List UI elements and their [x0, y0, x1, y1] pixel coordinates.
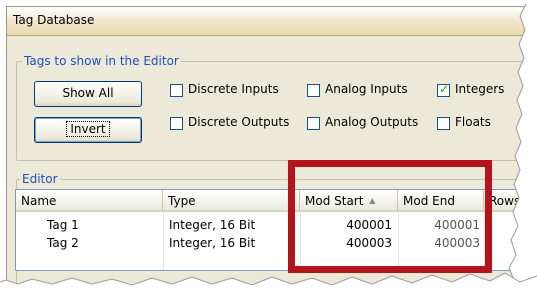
floats-checkbox[interactable] — [437, 117, 450, 130]
discrete-outputs-label: Discrete Outputs — [188, 115, 290, 129]
analog-inputs-checkbox[interactable] — [307, 84, 320, 97]
column-header-name[interactable]: Name — [16, 190, 163, 212]
integers-checkbox[interactable] — [437, 82, 450, 97]
discrete-inputs-label: Discrete Inputs — [188, 82, 279, 96]
column-header-type[interactable]: Type — [163, 190, 300, 212]
analog-inputs-label: Analog Inputs — [325, 82, 408, 96]
floats-label: Floats — [455, 115, 491, 129]
invert-button[interactable]: Invert — [34, 117, 142, 143]
analog-outputs-label: Analog Outputs — [325, 115, 419, 129]
discrete-outputs-checkbox[interactable] — [170, 117, 183, 130]
editor-legend: Editor — [20, 172, 60, 186]
tags-filter-legend: Tags to show in the Editor — [22, 54, 181, 68]
discrete-inputs-checkbox[interactable] — [170, 84, 183, 97]
cell-name: Tag 1 — [47, 218, 79, 232]
highlight-box — [288, 160, 492, 273]
torn-edge-right — [508, 0, 537, 294]
cell-name: Tag 2 — [47, 236, 79, 250]
tags-filter-group: Tags to show in the Editor — [16, 54, 534, 161]
show-all-button[interactable]: Show All — [34, 81, 142, 107]
cell-type: Integer, 16 Bit — [169, 236, 256, 250]
window-title: Tag Database — [13, 13, 95, 27]
torn-edge-bottom — [0, 272, 537, 294]
integers-label: Integers — [455, 82, 505, 96]
cell-type: Integer, 16 Bit — [169, 218, 256, 232]
title-bar: Tag Database — [7, 7, 531, 36]
analog-outputs-checkbox[interactable] — [307, 117, 320, 130]
